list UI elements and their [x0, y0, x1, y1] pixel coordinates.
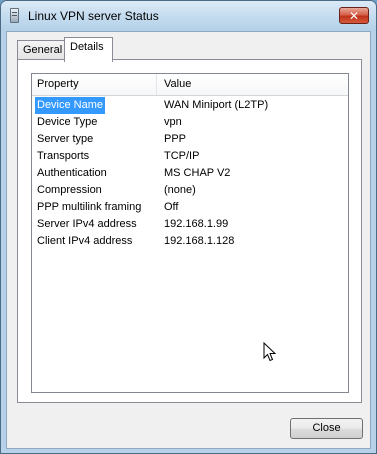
- value-cell: PPP: [164, 133, 187, 145]
- app-icon: [10, 8, 19, 23]
- property-cell: PPP multilink framing: [37, 201, 142, 213]
- list-item[interactable]: Authentication MS CHAP V2: [32, 165, 348, 182]
- property-cell: Server IPv4 address: [37, 218, 137, 230]
- property-cell: Compression: [37, 184, 102, 196]
- column-header-value[interactable]: Value: [164, 74, 191, 95]
- list-item[interactable]: Transports TCP/IP: [32, 148, 348, 165]
- close-button[interactable]: Close: [290, 418, 363, 439]
- value-cell: TCP/IP: [164, 150, 200, 162]
- property-cell: Client IPv4 address: [37, 235, 133, 247]
- mouse-cursor-icon: [263, 342, 277, 362]
- property-cell: Device Name: [35, 97, 106, 114]
- value-cell: 192.168.1.99: [164, 218, 229, 230]
- value-cell: (none): [164, 184, 196, 196]
- window-title: Linux VPN server Status: [28, 9, 159, 23]
- value-cell: MS CHAP V2: [164, 167, 231, 179]
- property-cell: Server type: [37, 133, 94, 145]
- close-icon: ✕: [348, 8, 360, 23]
- title-bar[interactable]: Linux VPN server Status ✕: [1, 1, 376, 31]
- value-cell: vpn: [164, 116, 182, 128]
- list-item[interactable]: Device Type vpn: [32, 114, 348, 131]
- tab-details[interactable]: Details: [64, 37, 113, 62]
- list-item[interactable]: Server IPv4 address 192.168.1.99: [32, 216, 348, 233]
- list-item[interactable]: Server type PPP: [32, 131, 348, 148]
- list-header: Property Value: [32, 74, 348, 96]
- list-item[interactable]: Compression (none): [32, 182, 348, 199]
- list-item[interactable]: Device Name WAN Miniport (L2TP): [32, 97, 348, 114]
- tab-general[interactable]: General: [17, 40, 65, 61]
- list-rows: Device Name WAN Miniport (L2TP) Device Typ…: [32, 97, 348, 250]
- column-divider[interactable]: [156, 74, 157, 95]
- property-cell: Authentication: [37, 167, 107, 179]
- status-dialog-window: Linux VPN server Status ✕ General Detail…: [0, 0, 377, 454]
- dialog-client-area: General Details Property Value Device Na…: [6, 31, 371, 449]
- property-cell: Device Type: [37, 116, 98, 128]
- details-tab-panel: Property Value Device Name WAN Miniport (…: [17, 59, 362, 403]
- details-list[interactable]: Property Value Device Name WAN Miniport (…: [31, 73, 349, 393]
- column-header-property[interactable]: Property: [37, 74, 155, 95]
- list-item[interactable]: PPP multilink framing Off: [32, 199, 348, 216]
- value-cell: WAN Miniport (L2TP): [164, 99, 269, 111]
- value-cell: Off: [164, 201, 179, 213]
- value-cell: 192.168.1.128: [164, 235, 235, 247]
- list-item[interactable]: Client IPv4 address 192.168.1.128: [32, 233, 348, 250]
- property-cell: Transports: [37, 150, 90, 162]
- window-close-button[interactable]: ✕: [339, 7, 369, 24]
